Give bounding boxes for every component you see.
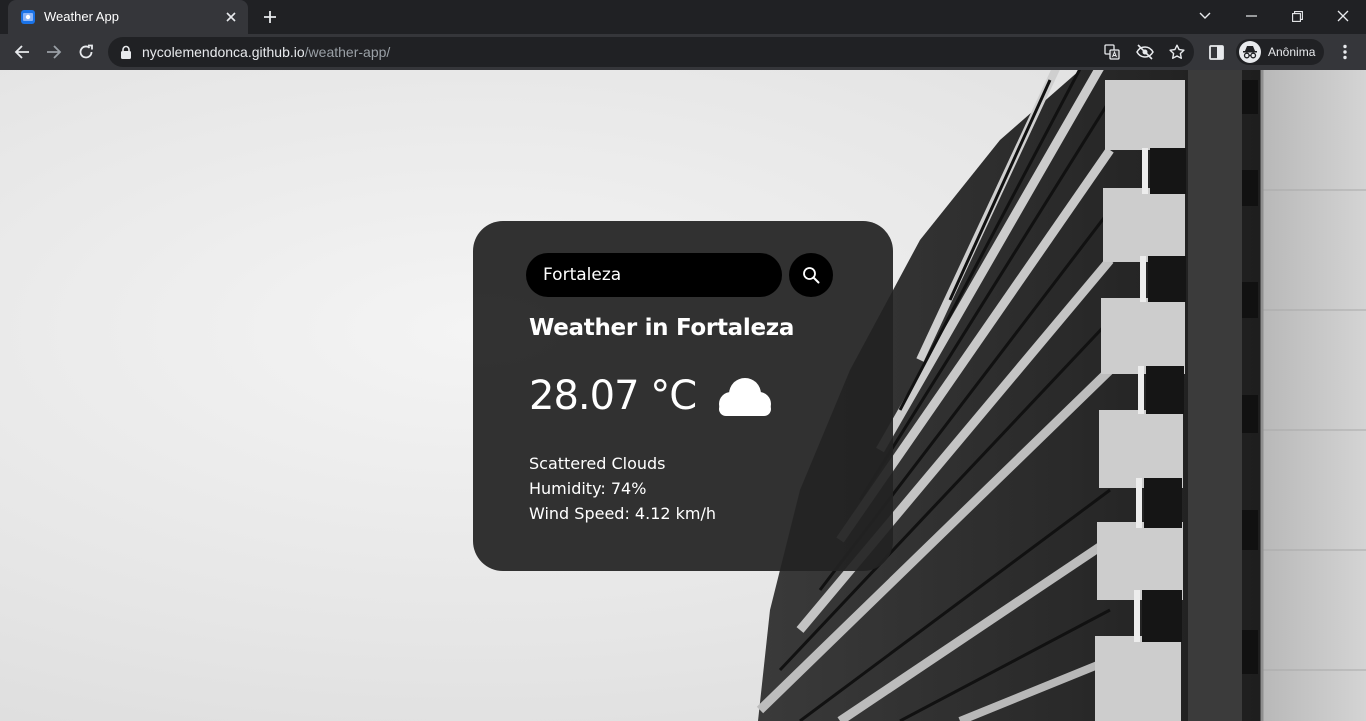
search-button[interactable] xyxy=(789,253,833,297)
new-tab-icon[interactable] xyxy=(258,6,282,28)
weather-app-icon xyxy=(21,10,35,24)
menu-icon[interactable] xyxy=(1334,40,1356,64)
tab-strip: Weather App xyxy=(0,0,1366,34)
page-viewport: Weather in Fortaleza 28.07 °C Scattered … xyxy=(0,70,1366,721)
browser-toolbar: nycolemendonca.github.io/weather-app/ An… xyxy=(0,34,1366,70)
close-tab-icon[interactable] xyxy=(222,8,240,26)
lock-icon[interactable] xyxy=(120,45,132,59)
humidity: Humidity: 74% xyxy=(529,479,647,498)
browser-tab[interactable]: Weather App xyxy=(8,0,248,34)
url-text: nycolemendonca.github.io/weather-app/ xyxy=(142,44,390,60)
close-icon[interactable] xyxy=(1330,4,1356,28)
eye-off-icon[interactable] xyxy=(1136,43,1154,61)
temperature: 28.07 °C xyxy=(529,373,697,419)
url-path: /weather-app/ xyxy=(304,44,391,60)
city-heading: Weather in Fortaleza xyxy=(529,315,795,341)
tab-title: Weather App xyxy=(44,9,119,24)
weather-card: Weather in Fortaleza 28.07 °C Scattered … xyxy=(473,221,893,571)
url-host: nycolemendonca.github.io xyxy=(142,44,305,60)
minimize-icon[interactable] xyxy=(1238,4,1264,28)
address-bar[interactable]: nycolemendonca.github.io/weather-app/ xyxy=(108,37,1194,67)
sidebar-icon[interactable] xyxy=(1206,42,1226,62)
forward-icon[interactable] xyxy=(40,38,68,66)
wind-speed: Wind Speed: 4.12 km/h xyxy=(529,504,717,523)
search-icon xyxy=(803,267,820,284)
weather-details: Scattered Clouds Humidity: 74% Wind Spee… xyxy=(529,451,716,526)
cloud-icon xyxy=(719,378,771,416)
restore-icon[interactable] xyxy=(1284,4,1310,28)
profile-button[interactable]: Anônima xyxy=(1236,39,1324,65)
star-icon[interactable] xyxy=(1168,43,1186,61)
back-icon[interactable] xyxy=(8,38,36,66)
search-input[interactable] xyxy=(526,253,782,297)
reload-icon[interactable] xyxy=(72,38,100,66)
tab-search-icon[interactable] xyxy=(1192,4,1218,28)
translate-icon[interactable] xyxy=(1103,43,1121,61)
weather-description: Scattered Clouds xyxy=(529,454,666,473)
incognito-icon xyxy=(1239,41,1261,63)
profile-label: Anônima xyxy=(1268,45,1316,59)
